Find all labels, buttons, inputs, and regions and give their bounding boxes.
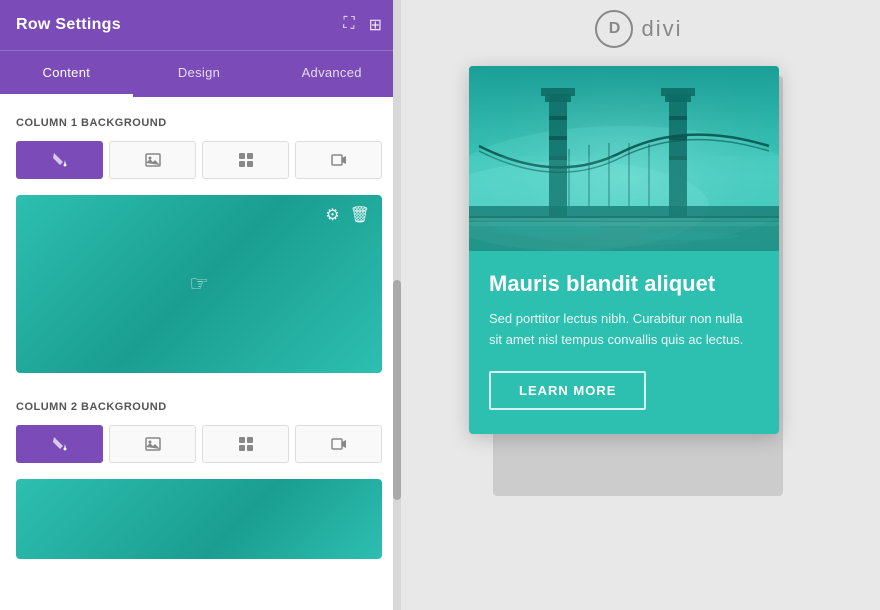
divi-logo-letter: D (609, 20, 621, 38)
right-panel: D divi (398, 0, 880, 610)
col1-color-preview[interactable]: ⚙ 🗑 ☞ (16, 195, 382, 373)
card-image (469, 66, 779, 251)
col2-pattern-icon (238, 436, 254, 452)
card-title: Mauris blandit aliquet (489, 271, 759, 297)
col2-video-icon (331, 436, 347, 452)
col2-color-preview[interactable] (16, 479, 382, 559)
tab-content[interactable]: Content (0, 51, 133, 97)
main-card: Mauris blandit aliquet Sed porttitor lec… (469, 66, 779, 434)
col1-bg-color-btn[interactable] (16, 141, 103, 179)
col2-paint-bucket-icon (52, 436, 68, 452)
panel-header-icons: ⛶ ⊞ (343, 15, 382, 35)
divi-logo-circle: D (595, 10, 633, 48)
cursor-icon: ☞ (189, 271, 209, 297)
tab-design[interactable]: Design (133, 51, 266, 97)
col1-delete-icon[interactable]: 🗑 (350, 205, 370, 225)
video-icon (331, 152, 347, 168)
col1-bg-video-btn[interactable] (295, 141, 382, 179)
tab-advanced[interactable]: Advanced (265, 51, 398, 97)
col2-image-icon (145, 436, 161, 452)
col2-bg-video-btn[interactable] (295, 425, 382, 463)
divi-brand-name: divi (641, 16, 682, 42)
bridge-image-svg (469, 66, 779, 251)
left-panel: Row Settings ⛶ ⊞ Content Design Advanced… (0, 0, 398, 610)
col1-box-actions: ⚙ 🗑 (325, 205, 370, 225)
col1-bg-image-btn[interactable] (109, 141, 196, 179)
layout-icon[interactable]: ⊞ (369, 15, 382, 35)
col2-bg-type-row (16, 425, 382, 463)
col1-bg-type-row (16, 141, 382, 179)
col1-section-label: Column 1 Background (16, 117, 382, 129)
col2-section-label: Column 2 Background (16, 401, 382, 413)
panel-tabs: Content Design Advanced (0, 50, 398, 97)
image-icon (145, 152, 161, 168)
panel-title: Row Settings (16, 16, 121, 34)
col1-bg-pattern-btn[interactable] (202, 141, 289, 179)
expand-icon[interactable]: ⛶ (343, 15, 354, 35)
col2-section: Column 2 Background (16, 401, 382, 559)
panel-body: Column 1 Background (0, 97, 398, 610)
panel-header: Row Settings ⛶ ⊞ (0, 0, 398, 50)
paint-bucket-icon (52, 152, 68, 168)
pattern-icon (238, 152, 254, 168)
divi-logo: D divi (595, 10, 682, 48)
col2-bg-pattern-btn[interactable] (202, 425, 289, 463)
card-area: Mauris blandit aliquet Sed porttitor lec… (469, 66, 809, 516)
col2-bg-image-btn[interactable] (109, 425, 196, 463)
center-scrollbar[interactable] (393, 0, 401, 610)
col1-section: Column 1 Background (16, 117, 382, 373)
card-text: Sed porttitor lectus nibh. Curabitur non… (489, 309, 759, 351)
scroll-thumb[interactable] (393, 280, 401, 500)
learn-more-button[interactable]: Learn More (489, 371, 646, 410)
card-body: Mauris blandit aliquet Sed porttitor lec… (469, 251, 779, 434)
col2-bg-color-btn[interactable] (16, 425, 103, 463)
col1-settings-icon[interactable]: ⚙ (325, 205, 339, 225)
